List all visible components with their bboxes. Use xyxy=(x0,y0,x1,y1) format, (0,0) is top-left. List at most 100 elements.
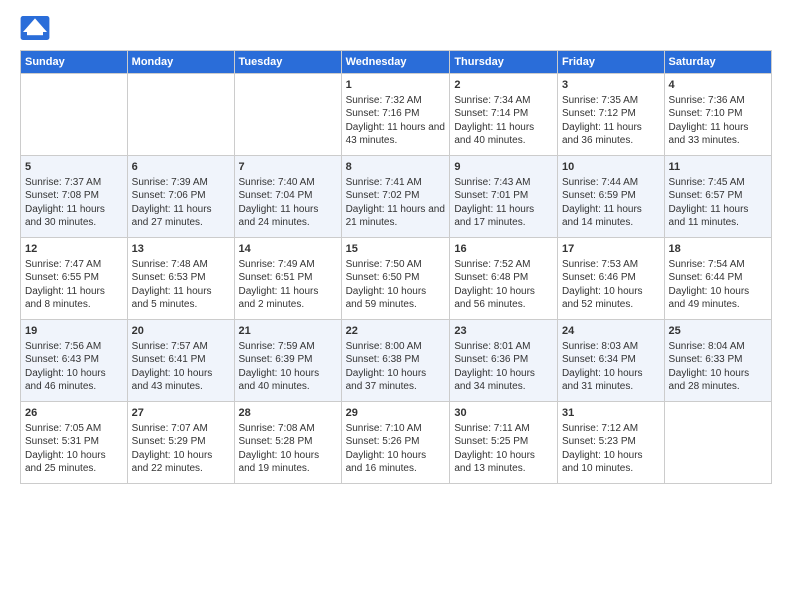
day-info-text: Sunrise: 7:08 AM xyxy=(239,422,337,436)
day-info-text: Sunrise: 7:54 AM xyxy=(669,258,767,272)
day-number: 4 xyxy=(669,78,767,93)
day-info-text: Sunset: 6:57 PM xyxy=(669,189,767,203)
day-info-text: Sunrise: 7:49 AM xyxy=(239,258,337,272)
day-info-text: Daylight: 10 hours and 46 minutes. xyxy=(25,367,123,394)
day-info-text: Sunrise: 7:53 AM xyxy=(562,258,660,272)
day-info-text: Sunset: 6:46 PM xyxy=(562,271,660,285)
day-info-text: Sunset: 6:48 PM xyxy=(454,271,553,285)
day-info-text: Sunrise: 7:36 AM xyxy=(669,94,767,108)
header-day-wednesday: Wednesday xyxy=(341,51,450,74)
day-info-text: Sunset: 7:10 PM xyxy=(669,107,767,121)
day-cell: 11Sunrise: 7:45 AMSunset: 6:57 PMDayligh… xyxy=(664,156,771,238)
day-info-text: Sunrise: 7:34 AM xyxy=(454,94,553,108)
day-info-text: Sunset: 7:16 PM xyxy=(346,107,446,121)
day-info-text: Daylight: 10 hours and 52 minutes. xyxy=(562,285,660,312)
day-cell: 18Sunrise: 7:54 AMSunset: 6:44 PMDayligh… xyxy=(664,238,771,320)
day-info-text: Sunset: 7:04 PM xyxy=(239,189,337,203)
day-cell: 19Sunrise: 7:56 AMSunset: 6:43 PMDayligh… xyxy=(21,320,128,402)
day-number: 9 xyxy=(454,160,553,175)
day-number: 19 xyxy=(25,324,123,339)
day-info-text: Daylight: 10 hours and 56 minutes. xyxy=(454,285,553,312)
day-cell xyxy=(234,74,341,156)
day-cell: 30Sunrise: 7:11 AMSunset: 5:25 PMDayligh… xyxy=(450,402,558,484)
day-info-text: Daylight: 11 hours and 5 minutes. xyxy=(132,285,230,312)
day-number: 31 xyxy=(562,406,660,421)
day-info-text: Sunset: 6:43 PM xyxy=(25,353,123,367)
day-info-text: Daylight: 10 hours and 22 minutes. xyxy=(132,449,230,476)
day-info-text: Sunset: 7:08 PM xyxy=(25,189,123,203)
day-number: 13 xyxy=(132,242,230,257)
day-info-text: Daylight: 11 hours and 40 minutes. xyxy=(454,121,553,148)
header xyxy=(20,16,772,40)
day-cell: 1Sunrise: 7:32 AMSunset: 7:16 PMDaylight… xyxy=(341,74,450,156)
day-info-text: Daylight: 10 hours and 25 minutes. xyxy=(25,449,123,476)
week-row-1: 1Sunrise: 7:32 AMSunset: 7:16 PMDaylight… xyxy=(21,74,772,156)
day-cell: 9Sunrise: 7:43 AMSunset: 7:01 PMDaylight… xyxy=(450,156,558,238)
calendar-header: SundayMondayTuesdayWednesdayThursdayFrid… xyxy=(21,51,772,74)
day-cell: 20Sunrise: 7:57 AMSunset: 6:41 PMDayligh… xyxy=(127,320,234,402)
day-number: 20 xyxy=(132,324,230,339)
day-cell: 7Sunrise: 7:40 AMSunset: 7:04 PMDaylight… xyxy=(234,156,341,238)
day-number: 29 xyxy=(346,406,446,421)
day-info-text: Sunrise: 7:35 AM xyxy=(562,94,660,108)
day-number: 24 xyxy=(562,324,660,339)
day-cell: 17Sunrise: 7:53 AMSunset: 6:46 PMDayligh… xyxy=(557,238,664,320)
day-info-text: Sunset: 7:06 PM xyxy=(132,189,230,203)
day-cell: 6Sunrise: 7:39 AMSunset: 7:06 PMDaylight… xyxy=(127,156,234,238)
day-number: 16 xyxy=(454,242,553,257)
day-number: 10 xyxy=(562,160,660,175)
day-cell: 27Sunrise: 7:07 AMSunset: 5:29 PMDayligh… xyxy=(127,402,234,484)
day-number: 18 xyxy=(669,242,767,257)
day-number: 2 xyxy=(454,78,553,93)
header-day-tuesday: Tuesday xyxy=(234,51,341,74)
day-info-text: Sunrise: 7:10 AM xyxy=(346,422,446,436)
day-number: 15 xyxy=(346,242,446,257)
day-number: 5 xyxy=(25,160,123,175)
day-cell: 5Sunrise: 7:37 AMSunset: 7:08 PMDaylight… xyxy=(21,156,128,238)
day-info-text: Sunrise: 8:04 AM xyxy=(669,340,767,354)
calendar-table: SundayMondayTuesdayWednesdayThursdayFrid… xyxy=(20,50,772,484)
day-info-text: Daylight: 11 hours and 30 minutes. xyxy=(25,203,123,230)
header-day-thursday: Thursday xyxy=(450,51,558,74)
header-day-sunday: Sunday xyxy=(21,51,128,74)
day-number: 26 xyxy=(25,406,123,421)
day-info-text: Daylight: 10 hours and 43 minutes. xyxy=(132,367,230,394)
header-day-friday: Friday xyxy=(557,51,664,74)
day-info-text: Sunrise: 7:37 AM xyxy=(25,176,123,190)
day-cell: 10Sunrise: 7:44 AMSunset: 6:59 PMDayligh… xyxy=(557,156,664,238)
day-info-text: Daylight: 11 hours and 24 minutes. xyxy=(239,203,337,230)
day-info-text: Sunset: 5:25 PM xyxy=(454,435,553,449)
day-cell: 28Sunrise: 7:08 AMSunset: 5:28 PMDayligh… xyxy=(234,402,341,484)
day-number: 1 xyxy=(346,78,446,93)
day-number: 22 xyxy=(346,324,446,339)
day-cell: 12Sunrise: 7:47 AMSunset: 6:55 PMDayligh… xyxy=(21,238,128,320)
header-day-saturday: Saturday xyxy=(664,51,771,74)
day-info-text: Sunrise: 7:57 AM xyxy=(132,340,230,354)
day-info-text: Sunset: 7:12 PM xyxy=(562,107,660,121)
day-info-text: Daylight: 11 hours and 43 minutes. xyxy=(346,121,446,148)
day-cell: 25Sunrise: 8:04 AMSunset: 6:33 PMDayligh… xyxy=(664,320,771,402)
week-row-2: 5Sunrise: 7:37 AMSunset: 7:08 PMDaylight… xyxy=(21,156,772,238)
day-info-text: Daylight: 11 hours and 33 minutes. xyxy=(669,121,767,148)
day-info-text: Sunset: 5:23 PM xyxy=(562,435,660,449)
day-info-text: Daylight: 10 hours and 34 minutes. xyxy=(454,367,553,394)
day-info-text: Sunset: 6:44 PM xyxy=(669,271,767,285)
day-info-text: Sunset: 5:26 PM xyxy=(346,435,446,449)
day-info-text: Sunrise: 7:39 AM xyxy=(132,176,230,190)
logo xyxy=(20,16,54,40)
day-info-text: Daylight: 10 hours and 28 minutes. xyxy=(669,367,767,394)
day-info-text: Sunrise: 7:47 AM xyxy=(25,258,123,272)
day-cell: 14Sunrise: 7:49 AMSunset: 6:51 PMDayligh… xyxy=(234,238,341,320)
day-cell: 24Sunrise: 8:03 AMSunset: 6:34 PMDayligh… xyxy=(557,320,664,402)
day-info-text: Sunset: 6:51 PM xyxy=(239,271,337,285)
day-number: 21 xyxy=(239,324,337,339)
day-info-text: Daylight: 10 hours and 13 minutes. xyxy=(454,449,553,476)
day-info-text: Daylight: 10 hours and 16 minutes. xyxy=(346,449,446,476)
day-info-text: Daylight: 11 hours and 17 minutes. xyxy=(454,203,553,230)
day-info-text: Sunrise: 7:56 AM xyxy=(25,340,123,354)
day-cell xyxy=(127,74,234,156)
day-number: 7 xyxy=(239,160,337,175)
day-info-text: Daylight: 10 hours and 49 minutes. xyxy=(669,285,767,312)
day-info-text: Sunset: 7:02 PM xyxy=(346,189,446,203)
day-info-text: Sunrise: 7:45 AM xyxy=(669,176,767,190)
